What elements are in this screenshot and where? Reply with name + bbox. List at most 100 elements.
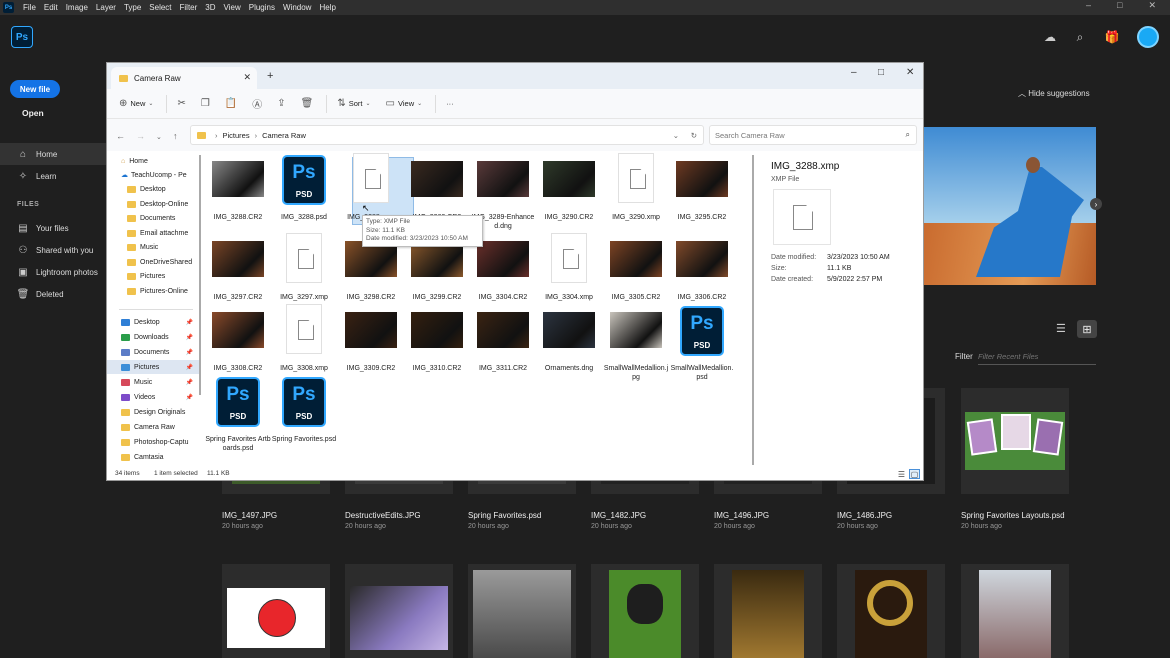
nav-scrollbar[interactable] [199,155,201,395]
recent-card[interactable] [961,564,1069,658]
menu-view[interactable]: View [220,3,245,12]
large-icons-view-icon[interactable]: ▢ [909,469,920,479]
filter-recent-files-input[interactable] [978,348,1096,365]
search-icon[interactable]: ⌕ [1072,30,1088,44]
nav-tree-home[interactable]: ⌂ Home [107,154,199,168]
avatar[interactable] [1137,26,1159,48]
quick-documents[interactable]: Documents 📌 [107,345,199,359]
share-button[interactable]: ⇪ [271,93,294,115]
hide-suggestions-button[interactable]: ︿ Hide suggestions [1018,88,1090,99]
details-view-icon[interactable]: ☰ [896,469,907,479]
new-button[interactable]: ⊕ New ⌄ [113,93,162,115]
menu-help[interactable]: Help [315,3,339,12]
nav-tree-desktop[interactable]: Desktop [107,182,199,196]
view-button[interactable]: ▭ View ⌄ [380,93,432,115]
quick-pictures[interactable]: Pictures 📌 [107,360,199,374]
quick-downloads[interactable]: Downloads 📌 [107,330,199,344]
nav-tree-documents[interactable]: Documents [107,211,199,225]
up-arrow-icon[interactable]: ↑ [173,131,178,141]
back-arrow-icon[interactable]: ← [116,131,125,141]
flower-photo [1032,418,1064,456]
nav-tree-music[interactable]: Music [107,240,199,254]
explorer-close-button[interactable]: ✕ [906,67,914,78]
copy-button[interactable]: ❐ [195,93,219,115]
close-tab-icon[interactable]: ✕ [243,72,251,83]
search-input[interactable]: Search Camera Raw ⌕ [709,125,917,145]
downloads-icon [121,333,130,341]
quick-camtasia[interactable]: Camtasia [107,450,199,464]
nav-tree-onedrive[interactable]: ☁ TeachUcomp - Pe [107,168,199,182]
breadcrumb-pictures[interactable]: Pictures [223,131,250,140]
minimize-button[interactable]: – [1086,0,1091,11]
nav-deleted[interactable]: 🗑 Deleted [0,283,106,305]
psd-icon-label: PSD [295,190,313,199]
menu-edit[interactable]: Edit [40,3,62,12]
suggestion-hero-image[interactable] [924,127,1096,285]
maximize-button[interactable]: □ [1117,0,1122,11]
nav-tree-desktop-online[interactable]: Desktop-Online [107,197,199,211]
refresh-icon[interactable]: ↻ [691,131,697,140]
quick-photoshop-captures[interactable]: Photoshop-Captu [107,435,199,449]
trash-icon: 🗑 [300,98,314,109]
recent-card[interactable] [222,564,330,658]
quick-music[interactable]: Music 📌 [107,375,199,389]
nav-home[interactable]: ⌂ Home [0,143,106,165]
more-options-button[interactable]: ··· [440,93,460,115]
rename-button[interactable]: Ⓐ [246,93,271,115]
menu-window[interactable]: Window [279,3,315,12]
recent-card[interactable] [714,564,822,658]
nav-tree-email[interactable]: Email attachme [107,226,199,240]
recent-locations-icon[interactable]: ⌄ [156,133,162,141]
menu-layer[interactable]: Layer [92,3,120,12]
menu-select[interactable]: Select [145,3,175,12]
chevron-down-icon[interactable]: ⌄ [673,131,679,140]
cloud-icon[interactable]: ☁ [1042,30,1058,44]
menu-3d[interactable]: 3D [201,3,219,12]
menu-plugins[interactable]: Plugins [245,3,279,12]
nav-tree-onedriveshared[interactable]: OneDriveShared [107,255,199,269]
content-scrollbar[interactable] [752,155,754,465]
photoshop-logo[interactable]: Ps [11,26,33,48]
menu-type[interactable]: Type [120,3,145,12]
psd-file-icon: Ps PSD [680,306,724,356]
quick-videos[interactable]: Videos 📌 [107,390,199,404]
list-view-icon[interactable]: ☰ [1056,322,1070,336]
nav-lightroom-photos[interactable]: ▣ Lightroom photos [0,261,106,283]
plus-circle-icon: ⊕ [119,98,128,109]
chevron-right-icon[interactable]: › [1090,198,1102,210]
open-button[interactable]: Open [22,108,44,118]
recent-card[interactable] [837,564,945,658]
cut-button[interactable]: ✂ [171,93,194,115]
explorer-maximize-button[interactable]: □ [878,67,884,78]
menu-file[interactable]: File [19,3,40,12]
nav-your-files[interactable]: ▤ Your files [0,217,106,239]
quick-design-originals[interactable]: Design Originals [107,405,199,419]
nav-tree-pictures[interactable]: Pictures [107,269,199,283]
forward-arrow-icon[interactable]: → [136,131,145,141]
new-file-button[interactable]: New file [10,80,60,98]
close-button[interactable]: ✕ [1148,0,1156,11]
nav-learn[interactable]: ✧ Learn [0,165,106,187]
address-bar[interactable]: › Pictures › Camera Raw ⌄ ↻ [190,125,704,145]
sort-button[interactable]: ⇅ Sort ⌄ [331,93,379,115]
delete-button[interactable]: 🗑 [295,93,323,115]
nav-tree-pictures-online[interactable]: Pictures-Online [107,284,199,298]
recent-card-spring-layouts[interactable] [961,388,1069,494]
gift-icon[interactable]: 🎁 [1104,30,1120,44]
quick-camera-raw[interactable]: Camera Raw [107,420,199,434]
quick-desktop[interactable]: Desktop 📌 [107,315,199,329]
grid-view-icon[interactable]: ⊞ [1077,320,1097,338]
paste-button[interactable]: 📋 [219,93,246,115]
nav-shared-with-you[interactable]: ⚇ Shared with you [0,239,106,261]
tab-camera-raw[interactable]: Camera Raw ✕ [111,67,257,89]
menu-filter[interactable]: Filter [176,3,202,12]
menu-image[interactable]: Image [62,3,92,12]
new-tab-button[interactable]: + [267,70,273,82]
recent-card[interactable] [345,564,453,658]
breadcrumb-camera-raw[interactable]: Camera Raw [262,131,306,140]
psd-icon-label: PSD [229,412,247,421]
explorer-minimize-button[interactable]: – [851,67,857,78]
recent-card[interactable] [468,564,576,658]
recent-card[interactable] [591,564,699,658]
xmp-file-icon [773,189,831,245]
